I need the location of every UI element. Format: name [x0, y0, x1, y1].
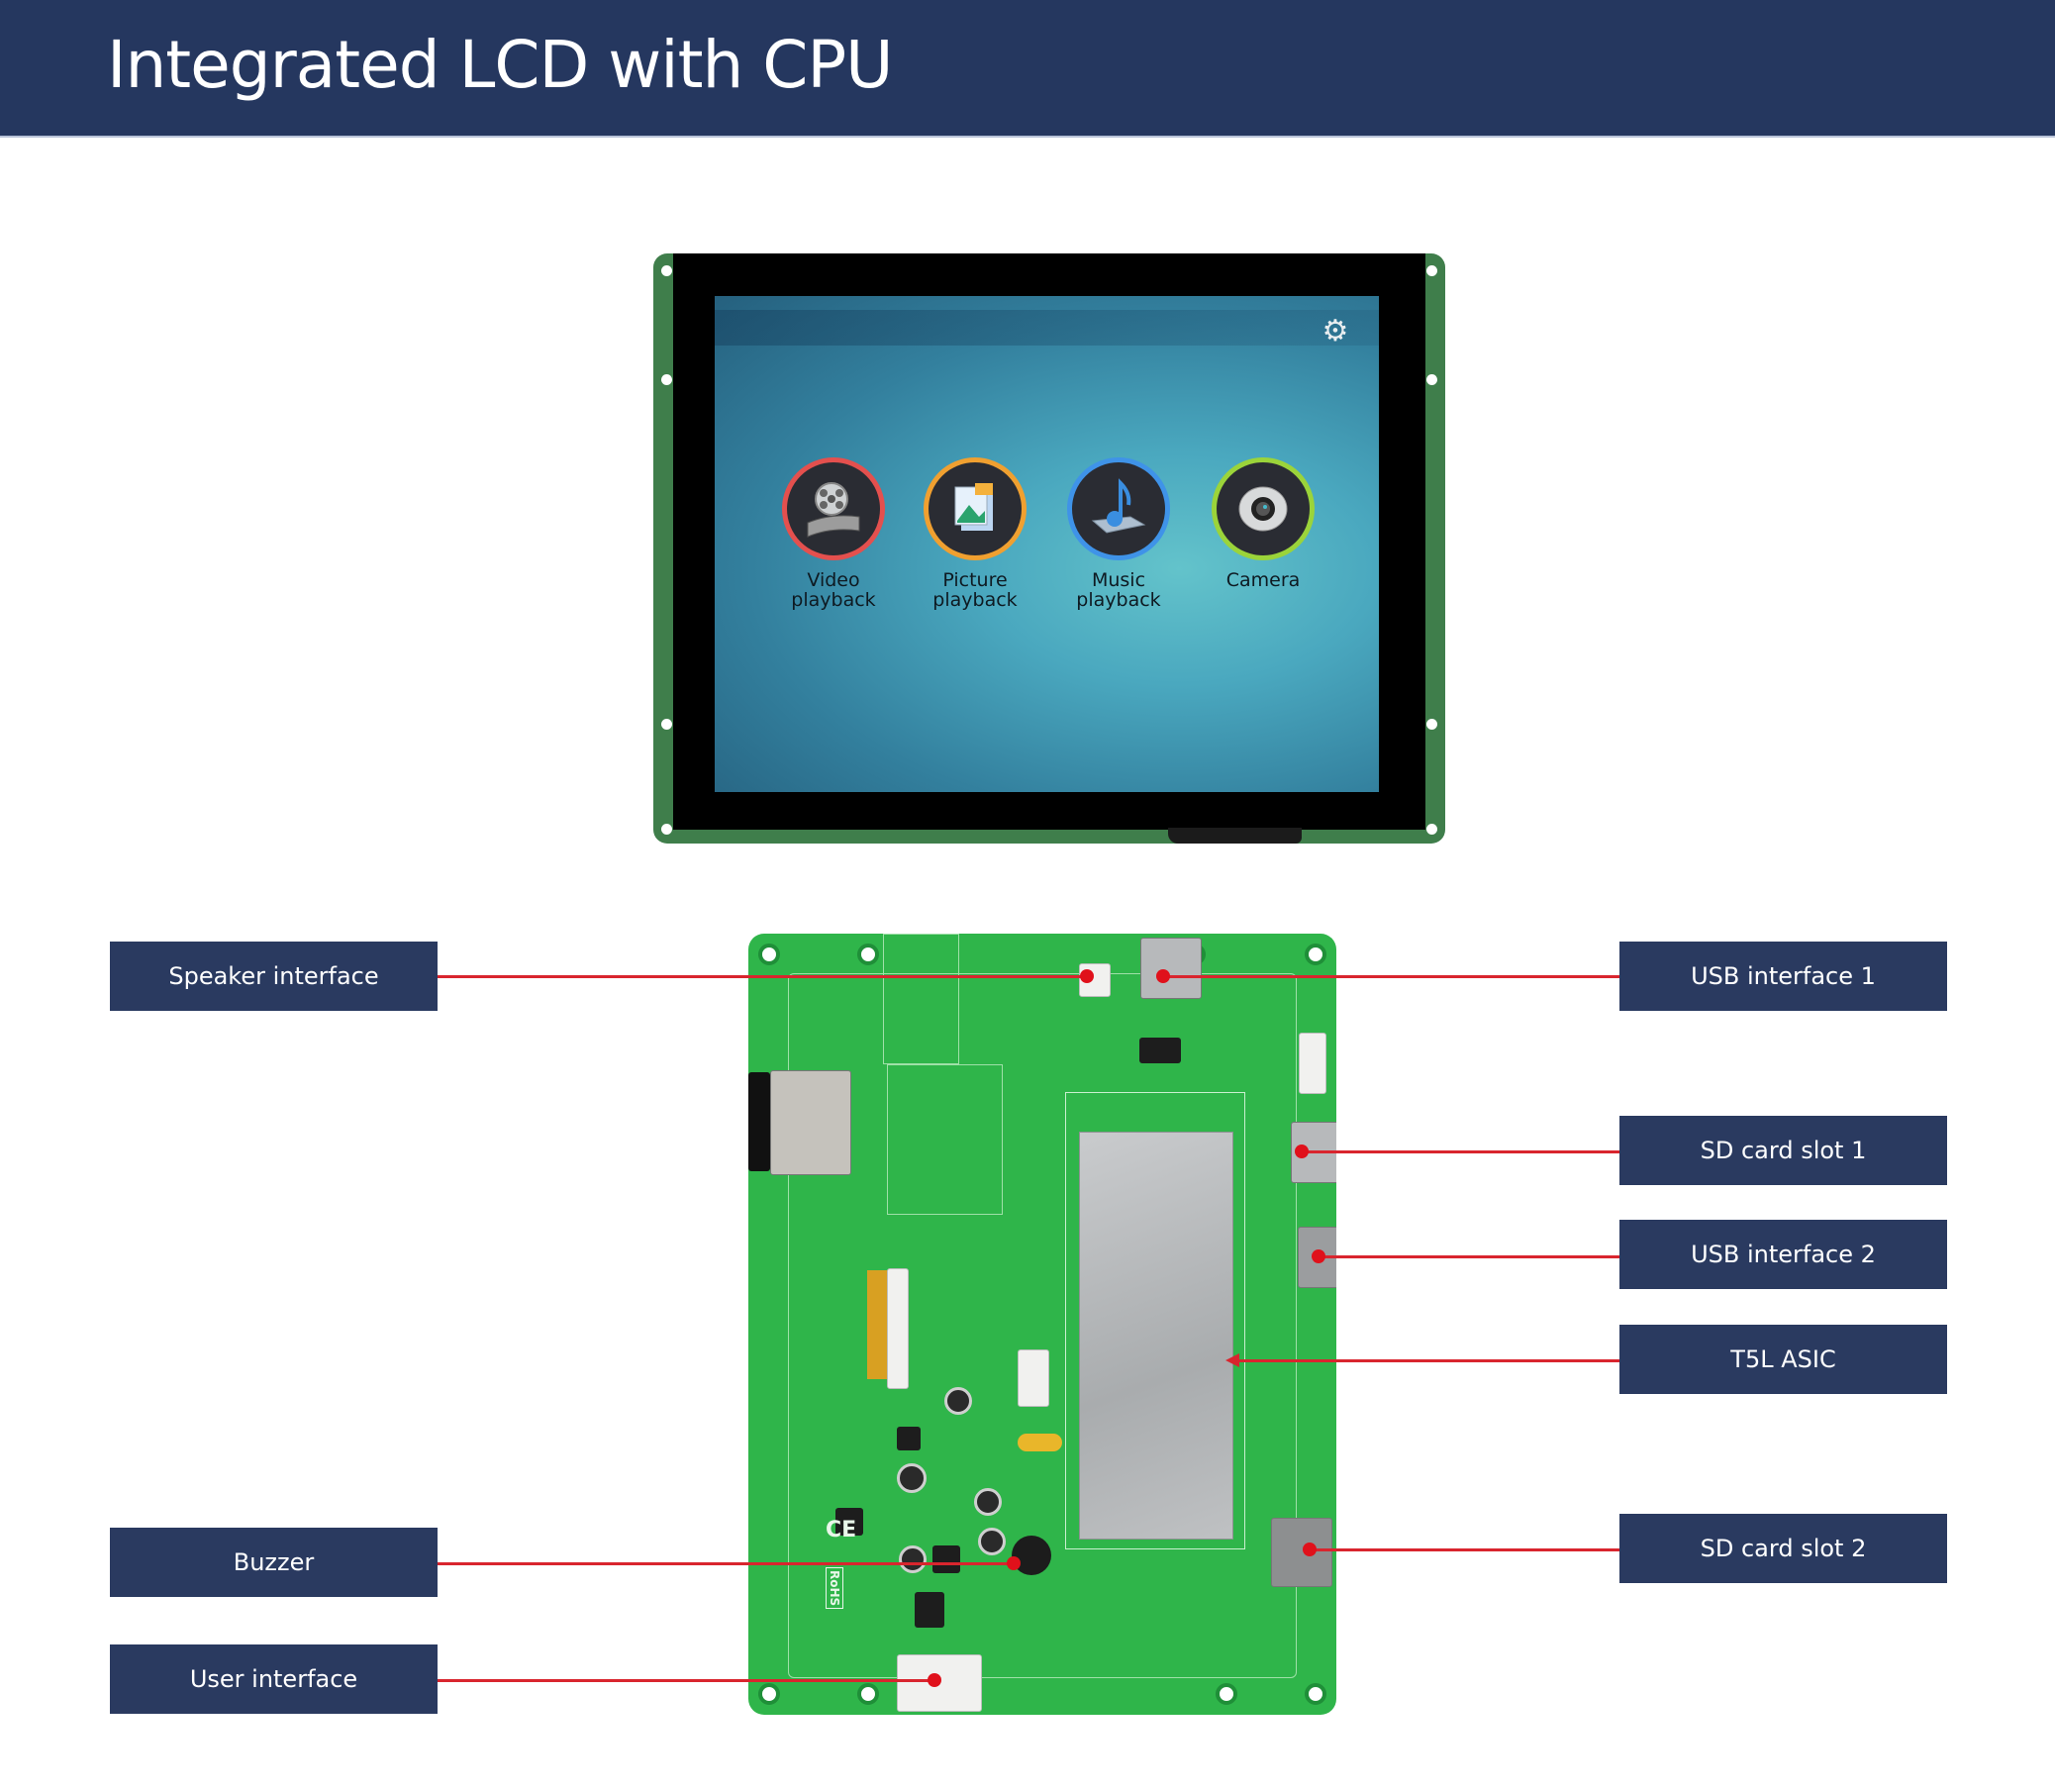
- marker-usb2: [1312, 1249, 1325, 1263]
- app-label: Video playback: [791, 569, 876, 611]
- pcb-mount-hole: [1305, 1683, 1326, 1705]
- film-reel-icon: [787, 462, 880, 555]
- arrow-t5l: [1225, 1353, 1239, 1367]
- usb-a-port-top: [1140, 938, 1202, 999]
- screen-top-bar: [715, 310, 1379, 346]
- mount-hole: [661, 374, 672, 385]
- app-label: Music playback: [1076, 569, 1161, 611]
- app-camera[interactable]: Camera: [1194, 457, 1332, 590]
- picture-gallery-icon: [929, 462, 1022, 555]
- marker-buzzer: [1007, 1556, 1021, 1570]
- callout-sd-card-slot-2: SD card slot 2: [1619, 1514, 1947, 1583]
- marker-sd1: [1295, 1145, 1309, 1158]
- leader-speaker: [438, 975, 1087, 978]
- leader-t5l: [1239, 1359, 1619, 1362]
- t5l-asic-shield: [1079, 1132, 1233, 1540]
- app-picture-playback[interactable]: Picture playback: [906, 457, 1044, 610]
- capacitor: [897, 1463, 927, 1493]
- sim-footprint: [883, 934, 959, 1064]
- white-connector: [1299, 1033, 1326, 1094]
- header-banner: Integrated LCD with CPU: [0, 0, 2055, 138]
- webcam-icon: [1217, 462, 1310, 555]
- battery-connector: [1018, 1349, 1049, 1407]
- music-note-icon: [1072, 462, 1165, 555]
- lcd-connector: [887, 1268, 909, 1389]
- pcb-mount-hole: [857, 1683, 879, 1705]
- app-video-playback[interactable]: Video playback: [764, 457, 903, 610]
- callout-buzzer: Buzzer: [110, 1528, 438, 1597]
- module-footprint: [887, 1064, 1003, 1215]
- callout-t5l-asic: T5L ASIC: [1619, 1325, 1947, 1394]
- lcd-screen: ⚙ Video playback Picture playback Music …: [715, 296, 1379, 792]
- app-music-playback[interactable]: Music playback: [1049, 457, 1188, 610]
- leader-sd2: [1310, 1548, 1619, 1551]
- pcb-mount-hole: [758, 944, 780, 965]
- app-ring: [1067, 457, 1170, 560]
- marker-speaker: [1080, 969, 1094, 983]
- mount-hole: [661, 265, 672, 276]
- inductor-701: [915, 1592, 944, 1628]
- rf-shield-small: [770, 1070, 851, 1175]
- app-ring: [924, 457, 1027, 560]
- callout-sd-card-slot-1: SD card slot 1: [1619, 1116, 1947, 1185]
- mount-hole: [1426, 824, 1437, 835]
- lcd-bezel: ⚙ Video playback Picture playback Music …: [673, 253, 1425, 830]
- capacitor: [899, 1545, 927, 1573]
- mount-hole: [661, 824, 672, 835]
- callout-usb-interface-1: USB interface 1: [1619, 942, 1947, 1011]
- inductor: [897, 1427, 921, 1450]
- rohs-mark: RoHS: [826, 1567, 843, 1610]
- leader-buzzer: [438, 1562, 1014, 1565]
- lcd-module-front: ⚙ Video playback Picture playback Music …: [653, 253, 1445, 844]
- marker-user-interface: [928, 1673, 941, 1687]
- fpc-tab: [1168, 828, 1302, 844]
- ic-chip: [1139, 1038, 1181, 1063]
- mount-hole: [1426, 265, 1437, 276]
- app-label: Picture playback: [932, 569, 1018, 611]
- inductor: [932, 1545, 960, 1573]
- page-title: Integrated LCD with CPU: [107, 27, 893, 103]
- battery: [1018, 1434, 1062, 1451]
- buzzer-component: [1012, 1536, 1051, 1575]
- capacitor: [978, 1528, 1006, 1555]
- leader-usb2: [1319, 1255, 1619, 1258]
- pcb-mount-hole: [1305, 944, 1326, 965]
- app-ring: [782, 457, 885, 560]
- mount-hole: [661, 719, 672, 730]
- mount-hole: [1426, 374, 1437, 385]
- fpc-connector: [748, 1072, 770, 1171]
- callout-usb-interface-2: USB interface 2: [1619, 1220, 1947, 1289]
- app-ring: [1212, 457, 1315, 560]
- marker-usb1: [1156, 969, 1170, 983]
- app-label: Camera: [1225, 569, 1301, 591]
- sd-card-slot-2: [1271, 1518, 1332, 1587]
- ce-mark: CE: [826, 1518, 857, 1543]
- pcb-mount-hole: [758, 1683, 780, 1705]
- leader-usb1: [1163, 975, 1619, 978]
- capacitor: [974, 1488, 1002, 1516]
- callout-user-interface: User interface: [110, 1644, 438, 1714]
- pcb-back-view: CE RoHS: [748, 934, 1336, 1715]
- mount-hole: [1426, 719, 1437, 730]
- callout-speaker-interface: Speaker interface: [110, 942, 438, 1011]
- pcb-mount-hole: [857, 944, 879, 965]
- pcb-mount-hole: [1216, 1683, 1237, 1705]
- leader-sd1: [1302, 1150, 1619, 1153]
- capacitor: [944, 1387, 972, 1415]
- gear-icon[interactable]: ⚙: [1320, 316, 1351, 348]
- marker-sd2: [1303, 1543, 1317, 1556]
- leader-user-interface: [438, 1679, 934, 1682]
